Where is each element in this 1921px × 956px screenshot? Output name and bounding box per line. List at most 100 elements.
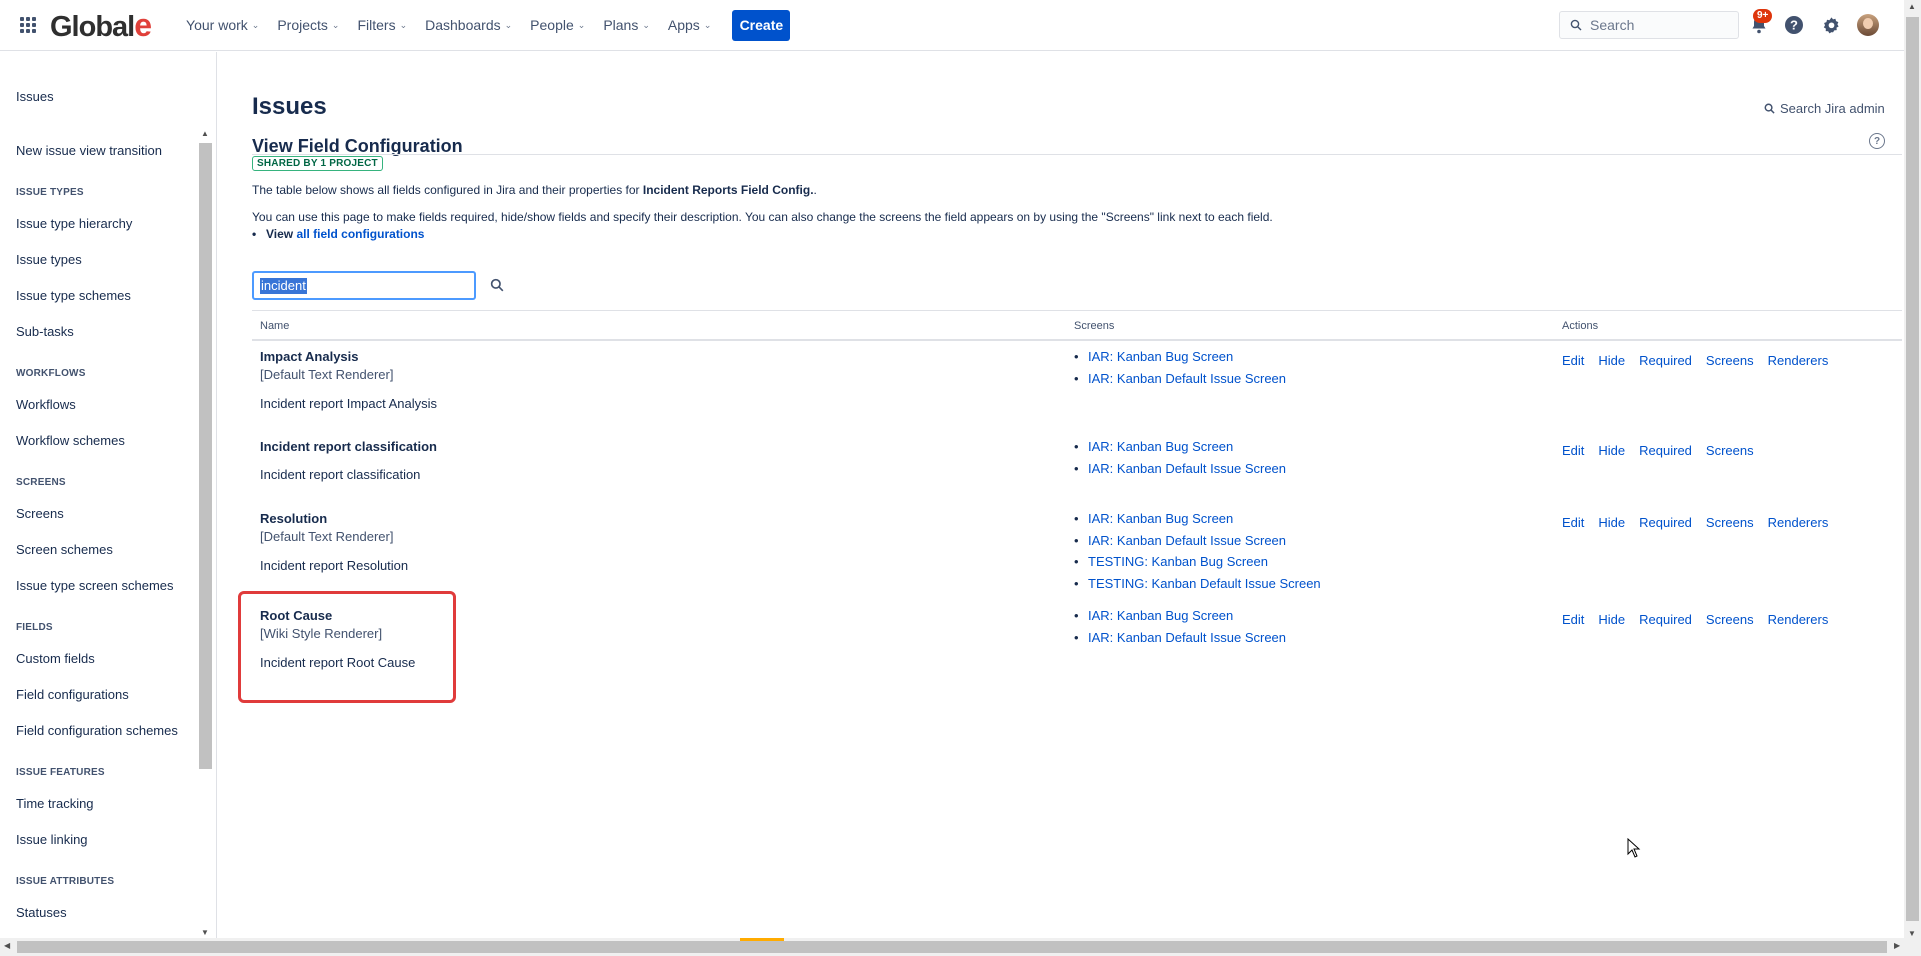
sidebar-item-workflows[interactable]: Workflows <box>16 397 76 412</box>
sidebar-item-screen-schemes[interactable]: Screen schemes <box>16 542 113 557</box>
screen-link[interactable]: IAR: Kanban Default Issue Screen <box>1074 371 1286 386</box>
create-button[interactable]: Create <box>732 9 791 41</box>
sidebar-item-sub-tasks[interactable]: Sub-tasks <box>16 324 74 339</box>
sidebar-title: Issues <box>16 89 54 104</box>
logo[interactable]: Global e <box>50 7 152 44</box>
scroll-thumb[interactable] <box>17 941 1887 953</box>
top-navigation: Global e Your work ⌄ Projects ⌄ Filters ⌄ Da… <box>0 0 1904 51</box>
sidebar-heading: ISSUE TYPES <box>16 187 84 198</box>
scroll-right-icon[interactable]: ▶ <box>1894 941 1900 950</box>
sidebar-item-field-configurations[interactable]: Field configurations <box>16 687 129 702</box>
field-name: Resolution <box>260 511 328 526</box>
screen-link[interactable]: IAR: Kanban Default Issue Screen <box>1074 461 1286 476</box>
field-name: Incident report classification <box>260 439 437 454</box>
sidebar-item-issue-type-schemes[interactable]: Issue type schemes <box>16 288 131 303</box>
main-content: Issues Search Jira admin View Field Conf… <box>218 52 1904 938</box>
hide-link[interactable]: Hide <box>1598 612 1625 627</box>
scroll-left-icon[interactable]: ◀ <box>4 941 10 950</box>
hide-link[interactable]: Hide <box>1598 443 1625 458</box>
sidebar-item-issue-type-hierarchy[interactable]: Issue type hierarchy <box>16 216 132 231</box>
nav-label: Your work <box>186 17 248 33</box>
sidebar-item-issue-linking[interactable]: Issue linking <box>16 832 88 847</box>
screen-link[interactable]: TESTING: Kanban Default Issue Screen <box>1074 576 1321 591</box>
edit-link[interactable]: Edit <box>1562 515 1584 530</box>
screen-link[interactable]: IAR: Kanban Default Issue Screen <box>1074 630 1286 645</box>
settings-icon[interactable] <box>1820 14 1842 36</box>
page-title: Issues <box>252 93 327 120</box>
required-link[interactable]: Required <box>1639 612 1692 627</box>
edit-link[interactable]: Edit <box>1562 612 1584 627</box>
nav-apps[interactable]: Apps ⌄ <box>659 9 720 41</box>
renderers-link[interactable]: Renderers <box>1768 612 1829 627</box>
avatar[interactable] <box>1857 14 1879 36</box>
hide-link[interactable]: Hide <box>1598 515 1625 530</box>
chevron-down-icon: ⌄ <box>331 19 340 30</box>
scroll-thumb[interactable] <box>1906 17 1919 921</box>
field-filter-input[interactable]: incident <box>252 271 476 300</box>
sidebar-item-screens[interactable]: Screens <box>16 506 64 521</box>
renderers-link[interactable]: Renderers <box>1768 353 1829 368</box>
sidebar-item-custom-fields[interactable]: Custom fields <box>16 651 95 666</box>
screens-link[interactable]: Screens <box>1706 612 1754 627</box>
screen-link[interactable]: TESTING: Kanban Bug Screen <box>1074 554 1268 569</box>
screen-link[interactable]: IAR: Kanban Bug Screen <box>1074 511 1233 526</box>
chevron-down-icon: ⌄ <box>251 19 260 30</box>
sidebar-item-issue-types[interactable]: Issue types <box>16 252 82 267</box>
required-link[interactable]: Required <box>1639 515 1692 530</box>
search-icon <box>1570 19 1582 31</box>
divider <box>252 154 1902 155</box>
nav-label: People <box>530 17 574 33</box>
nav-people[interactable]: People ⌄ <box>521 9 594 41</box>
search-input[interactable] <box>1590 17 1730 33</box>
sidebar-item-statuses[interactable]: Statuses <box>16 905 67 920</box>
screen-link[interactable]: IAR: Kanban Default Issue Screen <box>1074 533 1286 548</box>
screen-link[interactable]: IAR: Kanban Bug Screen <box>1074 439 1233 454</box>
screens-link[interactable]: Screens <box>1706 515 1754 530</box>
page-vertical-scrollbar[interactable]: ▲ ▼ <box>1904 0 1921 938</box>
edit-link[interactable]: Edit <box>1562 353 1584 368</box>
scroll-up-icon[interactable]: ▲ <box>201 129 209 138</box>
shared-lozenge[interactable]: SHARED BY 1 PROJECT <box>252 156 383 171</box>
nav-plans[interactable]: Plans ⌄ <box>594 9 659 41</box>
sidebar-item-field-configuration-schemes[interactable]: Field configuration schemes <box>16 723 178 738</box>
nav-label: Dashboards <box>425 17 501 33</box>
hide-link[interactable]: Hide <box>1598 353 1625 368</box>
edit-link[interactable]: Edit <box>1562 443 1584 458</box>
sidebar-item-workflow-schemes[interactable]: Workflow schemes <box>16 433 125 448</box>
sidebar-scrollbar[interactable]: ▲ ▼ <box>197 127 214 937</box>
screens-link[interactable]: Screens <box>1706 353 1754 368</box>
sidebar-item-issue-type-screen-schemes[interactable]: Issue type screen schemes <box>16 578 174 593</box>
nav-dashboards[interactable]: Dashboards ⌄ <box>416 9 521 41</box>
app-switcher-icon[interactable] <box>18 15 38 35</box>
nav-filters[interactable]: Filters ⌄ <box>348 9 416 41</box>
screens-link[interactable]: Screens <box>1706 443 1754 458</box>
screen-link[interactable]: IAR: Kanban Bug Screen <box>1074 608 1233 623</box>
search-icon[interactable] <box>490 278 504 292</box>
global-search[interactable] <box>1559 11 1739 39</box>
required-link[interactable]: Required <box>1639 443 1692 458</box>
all-field-configurations-link[interactable]: all field configurations <box>296 227 424 241</box>
nav-your-work[interactable]: Your work ⌄ <box>177 9 268 41</box>
row-actions: Edit Hide Required Screens Renderers <box>1562 612 1828 627</box>
renderers-link[interactable]: Renderers <box>1768 515 1829 530</box>
scroll-up-icon[interactable]: ▲ <box>1908 2 1916 11</box>
scroll-down-icon[interactable]: ▼ <box>201 928 209 937</box>
required-link[interactable]: Required <box>1639 353 1692 368</box>
nav-items: Your work ⌄ Projects ⌄ Filters ⌄ Dashboards… <box>177 9 720 41</box>
screen-link[interactable]: IAR: Kanban Bug Screen <box>1074 349 1233 364</box>
sidebar-item-new-issue-view-transition[interactable]: New issue view transition <box>16 143 162 158</box>
scroll-down-icon[interactable]: ▼ <box>1908 929 1916 938</box>
chevron-down-icon: ⌄ <box>399 19 408 30</box>
sidebar-item-time-tracking[interactable]: Time tracking <box>16 796 94 811</box>
help-icon[interactable]: ? <box>1783 14 1805 36</box>
page-horizontal-scrollbar[interactable]: ◀ ▶ <box>0 938 1921 956</box>
sidebar-heading: FIELDS <box>16 622 53 633</box>
nav-projects[interactable]: Projects ⌄ <box>268 9 348 41</box>
row-actions: Edit Hide Required Screens Renderers <box>1562 353 1828 368</box>
nav-label: Plans <box>603 17 639 33</box>
search-jira-admin[interactable]: Search Jira admin <box>1764 101 1885 116</box>
field-renderer: [Default Text Renderer] <box>260 529 394 544</box>
scroll-thumb[interactable] <box>199 143 212 769</box>
mouse-cursor-icon <box>1627 838 1641 858</box>
help-icon[interactable]: ? <box>1869 133 1885 149</box>
